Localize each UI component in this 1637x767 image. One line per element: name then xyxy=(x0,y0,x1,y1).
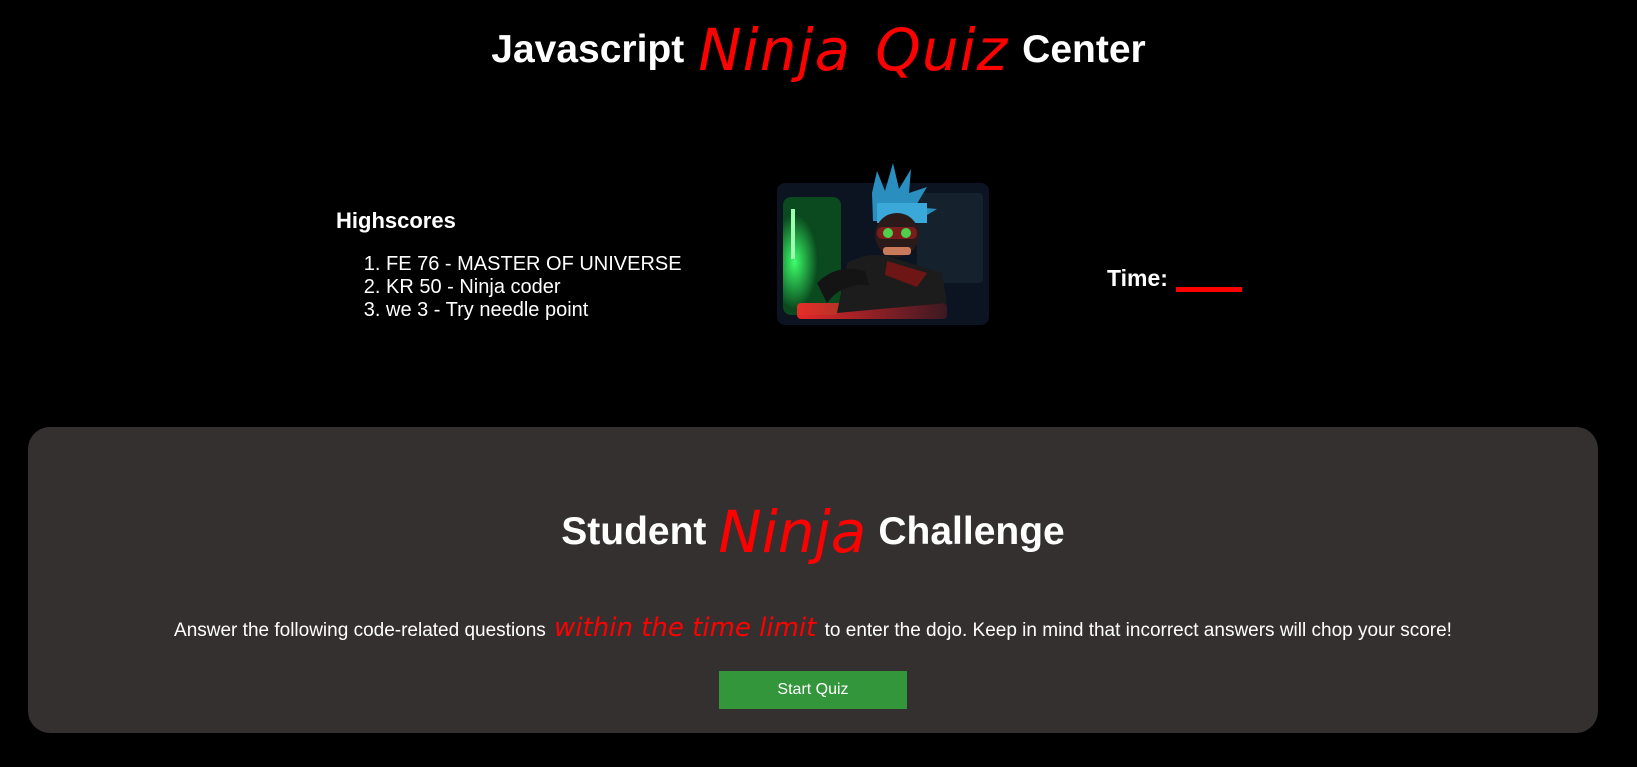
challenge-title-prefix: Student xyxy=(561,510,707,553)
timer: Time: xyxy=(1107,265,1242,292)
challenge-description: Answer the following code-related questi… xyxy=(28,613,1598,643)
title-suffix: Center xyxy=(1022,28,1146,71)
desc-before: Answer the following code-related questi… xyxy=(174,620,546,641)
desc-after: to enter the dojo. Keep in mind that inc… xyxy=(824,620,1452,641)
highscores-list: FE 76 - MASTER OF UNIVERSE KR 50 - Ninja… xyxy=(336,253,736,322)
timer-label: Time: xyxy=(1107,265,1168,291)
desc-highlight: within the time limit xyxy=(554,613,817,643)
challenge-title: Student Ninja Challenge xyxy=(28,487,1598,577)
title-prefix: Javascript xyxy=(491,28,685,71)
start-quiz-button[interactable]: Start Quiz xyxy=(719,671,907,709)
timer-value xyxy=(1175,265,1242,292)
highscores-title: Highscores xyxy=(336,208,456,233)
challenge-title-suffix: Challenge xyxy=(878,510,1065,553)
challenge-title-highlight: Ninja xyxy=(718,498,867,566)
challenge-card: Student Ninja Challenge Answer the follo… xyxy=(28,427,1598,733)
ninja-illustration xyxy=(777,163,989,325)
title-highlight-ninja: Ninja Quiz xyxy=(698,16,1009,84)
highscore-entry: FE 76 - MASTER OF UNIVERSE xyxy=(386,253,736,276)
highscores-panel: Highscores FE 76 - MASTER OF UNIVERSE KR… xyxy=(336,208,736,322)
page-title: Javascript Ninja Quiz Center xyxy=(0,0,1637,100)
highscore-entry: we 3 - Try needle point xyxy=(386,299,736,322)
highscore-entry: KR 50 - Ninja coder xyxy=(386,276,736,299)
